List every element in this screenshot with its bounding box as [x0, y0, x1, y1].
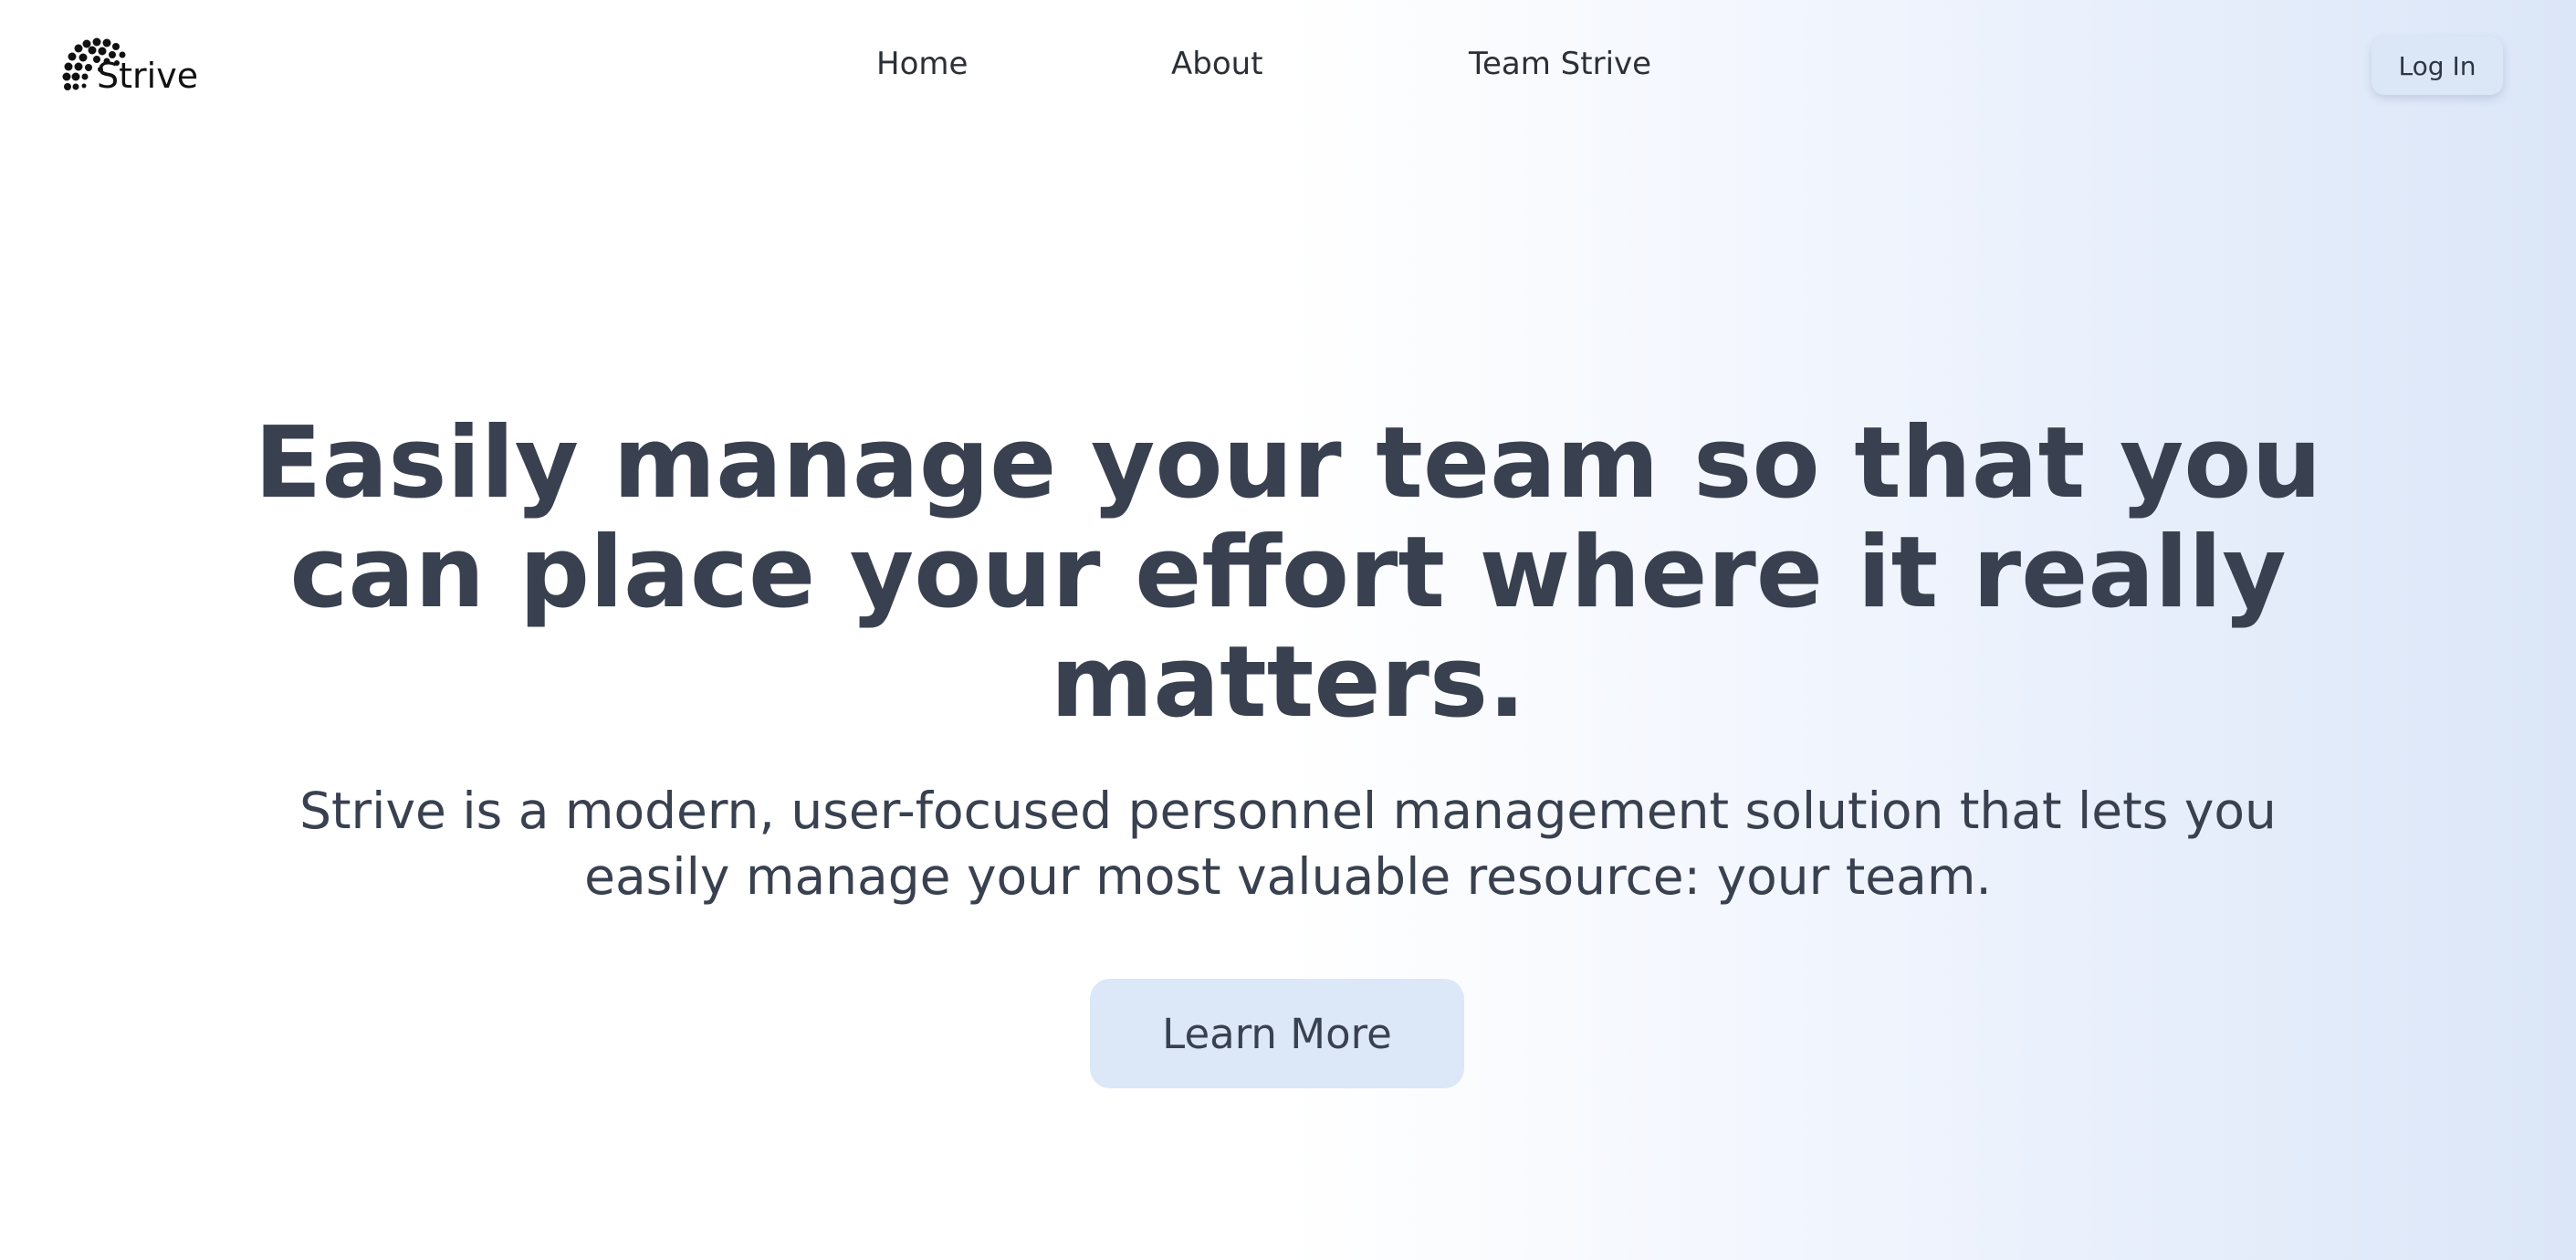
main-nav: Home About Team Strive — [0, 44, 2576, 84]
nav-item-about[interactable]: About — [1171, 44, 1263, 84]
hero-subtitle: Strive is a modern, user-focused personn… — [299, 782, 2277, 906]
learn-more-button[interactable]: Learn More — [1090, 979, 1464, 1088]
nav-item-home[interactable]: Home — [876, 44, 968, 84]
hero-title: Easily manage your team so that you can … — [254, 406, 2322, 740]
nav-item-team-strive[interactable]: Team Strive — [1469, 44, 1651, 84]
login-button[interactable]: Log In — [2372, 37, 2503, 95]
